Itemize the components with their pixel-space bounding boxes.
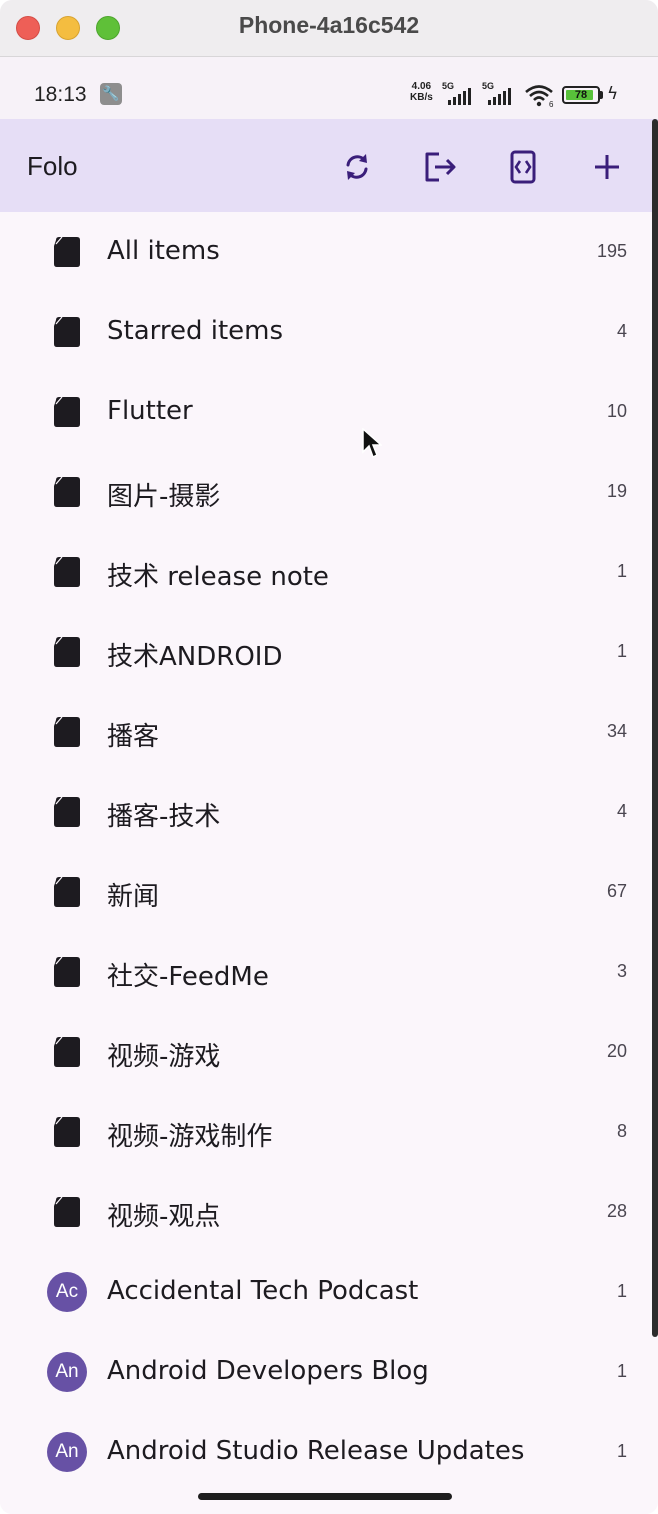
network-speed-unit: KB/s xyxy=(410,92,433,103)
window-title: Phone-4a16c542 xyxy=(238,12,420,38)
folder-icon xyxy=(52,1196,82,1228)
add-button[interactable] xyxy=(589,149,625,185)
cell-signal-icon: 5G xyxy=(482,81,516,105)
logout-button[interactable] xyxy=(422,149,458,185)
row-label: 技术ANDROID xyxy=(107,642,283,672)
unread-count: 28 xyxy=(606,1201,627,1221)
app-bar: Folo xyxy=(0,119,658,212)
category-row[interactable]: 技术 release note 1 xyxy=(0,532,652,612)
scroll-icon xyxy=(510,150,536,184)
unread-count: 3 xyxy=(616,961,627,981)
folder-icon xyxy=(52,396,82,428)
row-label: 视频-游戏 xyxy=(107,1042,221,1072)
unread-count: 1 xyxy=(616,1361,627,1381)
unread-count: 1 xyxy=(616,641,627,661)
status-bar: 18:13 🔧 4.06 KB/s 5G 5G 6 78 ϟ xyxy=(0,57,658,119)
row-label: Android Developers Blog xyxy=(107,1356,429,1386)
category-row[interactable]: 播客 34 xyxy=(0,692,652,772)
unread-count: 34 xyxy=(606,721,627,741)
unread-count: 1 xyxy=(616,561,627,581)
row-label: 技术 release note xyxy=(107,562,329,592)
wrench-icon: 🔧 xyxy=(100,83,122,105)
unread-count: 195 xyxy=(596,241,627,261)
subscription-list: All items 195 Starred items 4 Flutter 10 图片-摄影… xyxy=(0,212,652,1492)
category-row[interactable]: 视频-游戏制作 8 xyxy=(0,1092,652,1172)
battery-icon: 78 xyxy=(562,86,600,104)
unread-count: 19 xyxy=(606,481,627,501)
row-label: Flutter xyxy=(107,396,193,426)
category-row[interactable]: 社交-FeedMe 3 xyxy=(0,932,652,1012)
wifi-sub-label: 6 xyxy=(549,100,554,107)
feed-avatar: An xyxy=(47,1432,87,1472)
unread-count: 20 xyxy=(606,1041,627,1061)
cell-signal-icon: 5G xyxy=(442,81,476,105)
category-row[interactable]: 技术ANDROID 1 xyxy=(0,612,652,692)
feed-row[interactable]: Ac Accidental Tech Podcast 1 xyxy=(0,1252,652,1332)
battery-tip xyxy=(600,91,603,99)
scroll-sync-button[interactable] xyxy=(505,149,541,185)
folder-icon xyxy=(52,1036,82,1068)
folder-icon xyxy=(52,796,82,828)
folder-icon xyxy=(52,636,82,668)
row-label: 视频-游戏制作 xyxy=(107,1122,273,1152)
unread-count: 1 xyxy=(616,1281,627,1301)
category-row[interactable]: 视频-游戏 20 xyxy=(0,1012,652,1092)
row-label: 新闻 xyxy=(107,882,160,912)
category-row[interactable]: 播客-技术 4 xyxy=(0,772,652,852)
refresh-icon xyxy=(346,154,368,180)
category-row[interactable]: Flutter 10 xyxy=(0,372,652,452)
category-row[interactable]: All items 195 xyxy=(0,212,652,292)
row-label: Android Studio Release Updates xyxy=(107,1436,525,1466)
row-label: 播客 xyxy=(107,722,160,752)
network-speed: 4.06 KB/s xyxy=(410,81,433,103)
wifi-icon: 6 xyxy=(524,83,554,109)
folder-icon xyxy=(52,556,82,588)
folder-icon xyxy=(52,1116,82,1148)
app-title: Folo xyxy=(27,151,78,181)
folder-icon xyxy=(52,316,82,348)
feed-avatar: An xyxy=(47,1352,87,1392)
category-row[interactable]: 视频-观点 28 xyxy=(0,1172,652,1252)
row-label: 播客-技术 xyxy=(107,802,221,832)
logout-icon xyxy=(425,152,456,182)
status-time: 18:13 xyxy=(34,83,87,106)
folder-icon xyxy=(52,876,82,908)
charging-icon: ϟ xyxy=(607,84,619,104)
unread-count: 4 xyxy=(616,801,627,821)
unread-count: 4 xyxy=(616,321,627,341)
mouse-cursor-icon xyxy=(362,428,382,459)
row-label: 视频-观点 xyxy=(107,1202,221,1232)
unread-count: 10 xyxy=(606,401,627,421)
unread-count: 67 xyxy=(606,881,627,901)
network-speed-value: 4.06 xyxy=(411,81,432,92)
row-label: Accidental Tech Podcast xyxy=(107,1276,419,1306)
battery-level: 78 xyxy=(574,89,588,101)
unread-count: 1 xyxy=(616,1441,627,1461)
row-label: All items xyxy=(107,236,220,266)
feed-row[interactable]: An Android Developers Blog 1 xyxy=(0,1332,652,1412)
scrollbar[interactable] xyxy=(652,119,658,1337)
folder-icon xyxy=(52,476,82,508)
home-indicator[interactable] xyxy=(198,1493,452,1500)
feed-row[interactable]: An Android Studio Release Updates 1 xyxy=(0,1412,652,1492)
feed-avatar: Ac xyxy=(47,1272,87,1312)
row-label: Starred items xyxy=(107,316,284,346)
folder-icon xyxy=(52,956,82,988)
row-label: 社交-FeedMe xyxy=(107,962,269,992)
add-icon xyxy=(595,155,619,179)
category-row[interactable]: 新闻 67 xyxy=(0,852,652,932)
phone-window: Phone-4a16c542 18:13 🔧 4.06 KB/s 5G 5G 6 xyxy=(0,0,658,1514)
folder-icon xyxy=(52,716,82,748)
row-label: 图片-摄影 xyxy=(107,482,221,512)
category-row[interactable]: 图片-摄影 19 xyxy=(0,452,652,532)
folder-icon xyxy=(52,236,82,268)
refresh-button[interactable] xyxy=(339,149,375,185)
category-row[interactable]: Starred items 4 xyxy=(0,292,652,372)
window-title-bar: Phone-4a16c542 xyxy=(0,0,658,57)
unread-count: 8 xyxy=(616,1121,627,1141)
